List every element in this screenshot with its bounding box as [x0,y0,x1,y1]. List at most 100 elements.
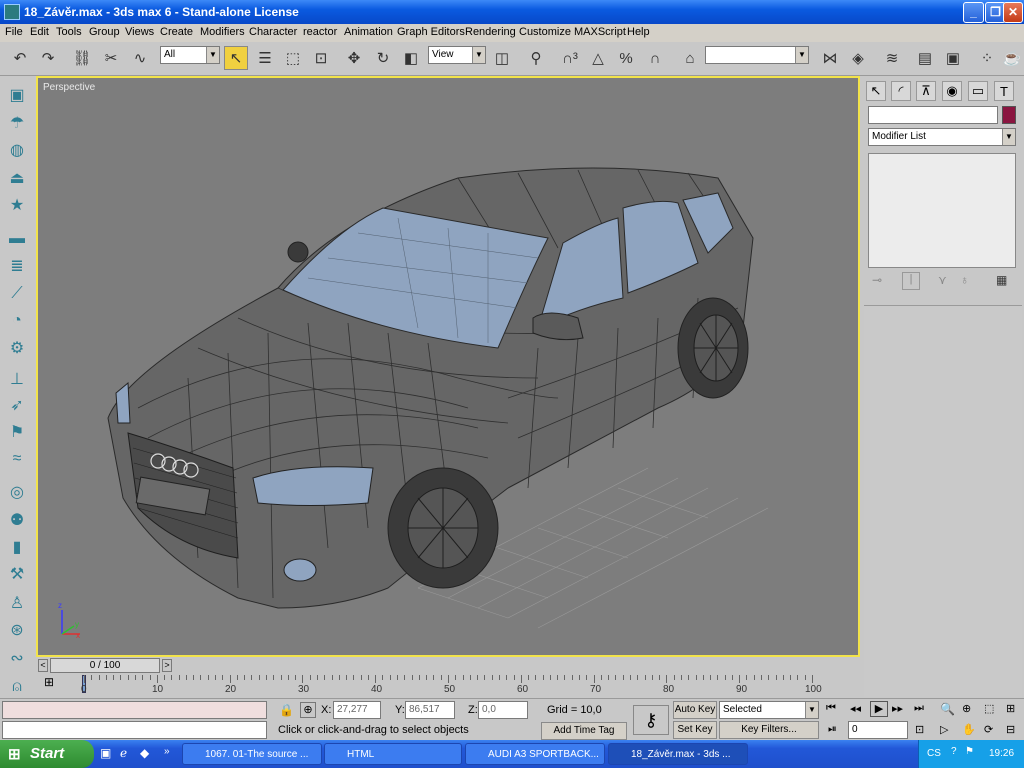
spring-icon[interactable]: ∾ [5,646,29,670]
maximize-viewport-icon[interactable]: ⊟ [1006,723,1015,736]
angle-snap-icon[interactable]: △ [586,46,610,70]
menu-graph-editors[interactable]: Graph Editors [397,26,465,38]
star-icon[interactable]: ★ [5,193,29,217]
modifier-stack[interactable] [868,153,1016,268]
figure-icon[interactable]: ♙ [5,591,29,615]
set-key-icon[interactable]: ⚷ [633,705,669,735]
field-of-view-icon[interactable]: ▷ [940,723,948,736]
set-key-button[interactable]: Set Key [673,721,717,739]
box-icon[interactable]: ▣ [5,83,29,107]
menu-character[interactable]: Character [249,26,297,38]
time-configuration-icon[interactable]: ⊡ [915,723,924,736]
close-icon[interactable]: ✕ [1003,2,1023,23]
auto-key-button[interactable]: Auto Key [673,701,717,719]
lock-selection-icon[interactable]: 🔒 [279,703,294,717]
menu-tools[interactable]: Tools [56,26,82,38]
bone-icon[interactable]: ⊥ [5,367,29,391]
play-icon[interactable]: ▶ [870,701,888,717]
menu-edit[interactable]: Edit [30,26,49,38]
trackbar[interactable]: ⊞ 0 10 20 30 40 50 60 70 80 90 100 [36,675,860,697]
wave-icon[interactable]: ≈ [5,447,29,471]
menu-help[interactable]: Help [627,26,650,38]
key-mode-toggle-icon[interactable]: ⏯ [828,723,837,736]
bottle-icon[interactable]: ▮ [5,535,29,559]
zoom-extents-all-icon[interactable]: ⊞ [1006,702,1015,715]
mini-curve-editor-icon[interactable]: ⊞ [44,675,58,693]
spinner-snap-icon[interactable]: ∩ [643,46,667,70]
maxscript-output-mini[interactable] [2,721,267,739]
biped-icon[interactable]: ⚉ [5,508,29,532]
select-and-move-icon[interactable]: ✥ [342,46,366,70]
task-button-source[interactable]: 1067. 01-The source ... [182,743,322,765]
language-indicator[interactable]: CS [927,748,941,759]
maxscript-listener-mini[interactable] [2,701,267,719]
mesh-icon[interactable]: ◎ [5,480,29,504]
y-coordinate-field[interactable]: 86,517 [405,701,455,719]
sphere-icon[interactable]: ◍ [5,138,29,162]
select-object-icon[interactable]: ↖ [224,46,248,70]
redo-icon[interactable]: ↷ [36,46,60,70]
arc-rotate-icon[interactable]: ⟳ [984,723,993,736]
perspective-viewport[interactable]: Perspective x y z [36,76,860,657]
make-unique-icon[interactable]: ⋎ [938,273,947,287]
zoom-extents-icon[interactable]: ⬚ [984,702,994,715]
app-icon[interactable] [4,4,20,20]
zoom-all-icon[interactable]: ⊕ [962,702,971,715]
go-to-end-icon[interactable]: ⏭ [914,702,924,715]
layer-manager-icon[interactable]: ≋ [880,46,904,70]
menu-group[interactable]: Group [89,26,120,38]
select-and-manipulate-icon[interactable]: ⚲ [524,46,548,70]
menu-create[interactable]: Create [160,26,193,38]
modifier-list-dropdown[interactable]: Modifier List ▼ [868,128,1016,146]
previous-frame-icon[interactable]: ◂◂ [850,702,861,715]
cloth-icon[interactable]: ⚑ [5,420,29,444]
menu-file[interactable]: File [5,26,23,38]
rectangular-selection-icon[interactable]: ⬚ [281,46,305,70]
menu-modifiers[interactable]: Modifiers [200,26,245,38]
create-icon[interactable]: ↖ [866,81,886,101]
align-icon[interactable]: ◈ [846,46,870,70]
mirror-icon[interactable]: ⋈ [818,46,842,70]
camera-icon[interactable]: ▬ [5,227,29,251]
menu-maxscript[interactable]: MAXScript [574,26,626,38]
task-button-audi[interactable]: AUDI A3 SPORTBACK... [465,743,605,765]
show-desktop-icon[interactable]: ▣ [100,746,111,760]
current-frame-field[interactable]: 0 [848,721,908,739]
dynamics-icon[interactable]: ⍝ [5,675,29,699]
minimize-icon[interactable]: _ [963,2,984,23]
pivot-center-icon[interactable]: ◫ [490,46,514,70]
menu-reactor[interactable]: reactor [303,26,337,38]
key-filters-button[interactable]: Key Filters... [719,721,819,739]
window-crossing-icon[interactable]: ⊡ [309,46,333,70]
z-coordinate-field[interactable]: 0,0 [478,701,528,719]
internet-explorer-icon[interactable]: ℯ [120,746,127,760]
next-frame-icon[interactable]: ▸▸ [892,702,903,715]
cone-icon[interactable]: ⏏ [5,166,29,190]
track-view-icon[interactable]: ▤ [913,46,937,70]
pin-stack-icon[interactable]: ⊸ [872,273,882,287]
absolute-mode-icon[interactable]: ⊕ [300,702,316,718]
unlink-icon[interactable]: ✂ [99,46,123,70]
object-name-field[interactable] [868,106,998,124]
gear-icon[interactable]: ⚙ [5,336,29,360]
more-quick-launch-icon[interactable]: » [164,746,170,757]
edit-named-selection-icon[interactable]: ⌂ [678,46,702,70]
motion-icon[interactable]: ◉ [942,81,962,101]
key-mode-dropdown[interactable]: Selected ▼ [719,701,819,719]
undo-icon[interactable]: ↶ [8,46,32,70]
time-slider-prev[interactable]: < [38,659,48,672]
selection-filter-dropdown[interactable]: All ▼ [160,46,220,64]
render-scene-icon[interactable]: ☕ [1000,46,1024,70]
go-to-start-icon[interactable]: ⏮ [826,702,836,715]
menu-views[interactable]: Views [125,26,154,38]
wheel-icon[interactable]: ⊛ [5,618,29,642]
select-and-link-icon[interactable]: ⛓ [70,46,94,70]
select-and-rotate-icon[interactable]: ↻ [371,46,395,70]
menu-animation[interactable]: Animation [344,26,393,38]
teapot-icon[interactable]: ☂ [5,111,29,135]
display-icon[interactable]: ▭ [968,81,988,101]
menu-customize[interactable]: Customize [519,26,571,38]
schematic-view-icon[interactable]: ▣ [941,46,965,70]
help-icon[interactable]: ? [951,746,957,757]
bind-space-warp-icon[interactable]: ∿ [128,46,152,70]
